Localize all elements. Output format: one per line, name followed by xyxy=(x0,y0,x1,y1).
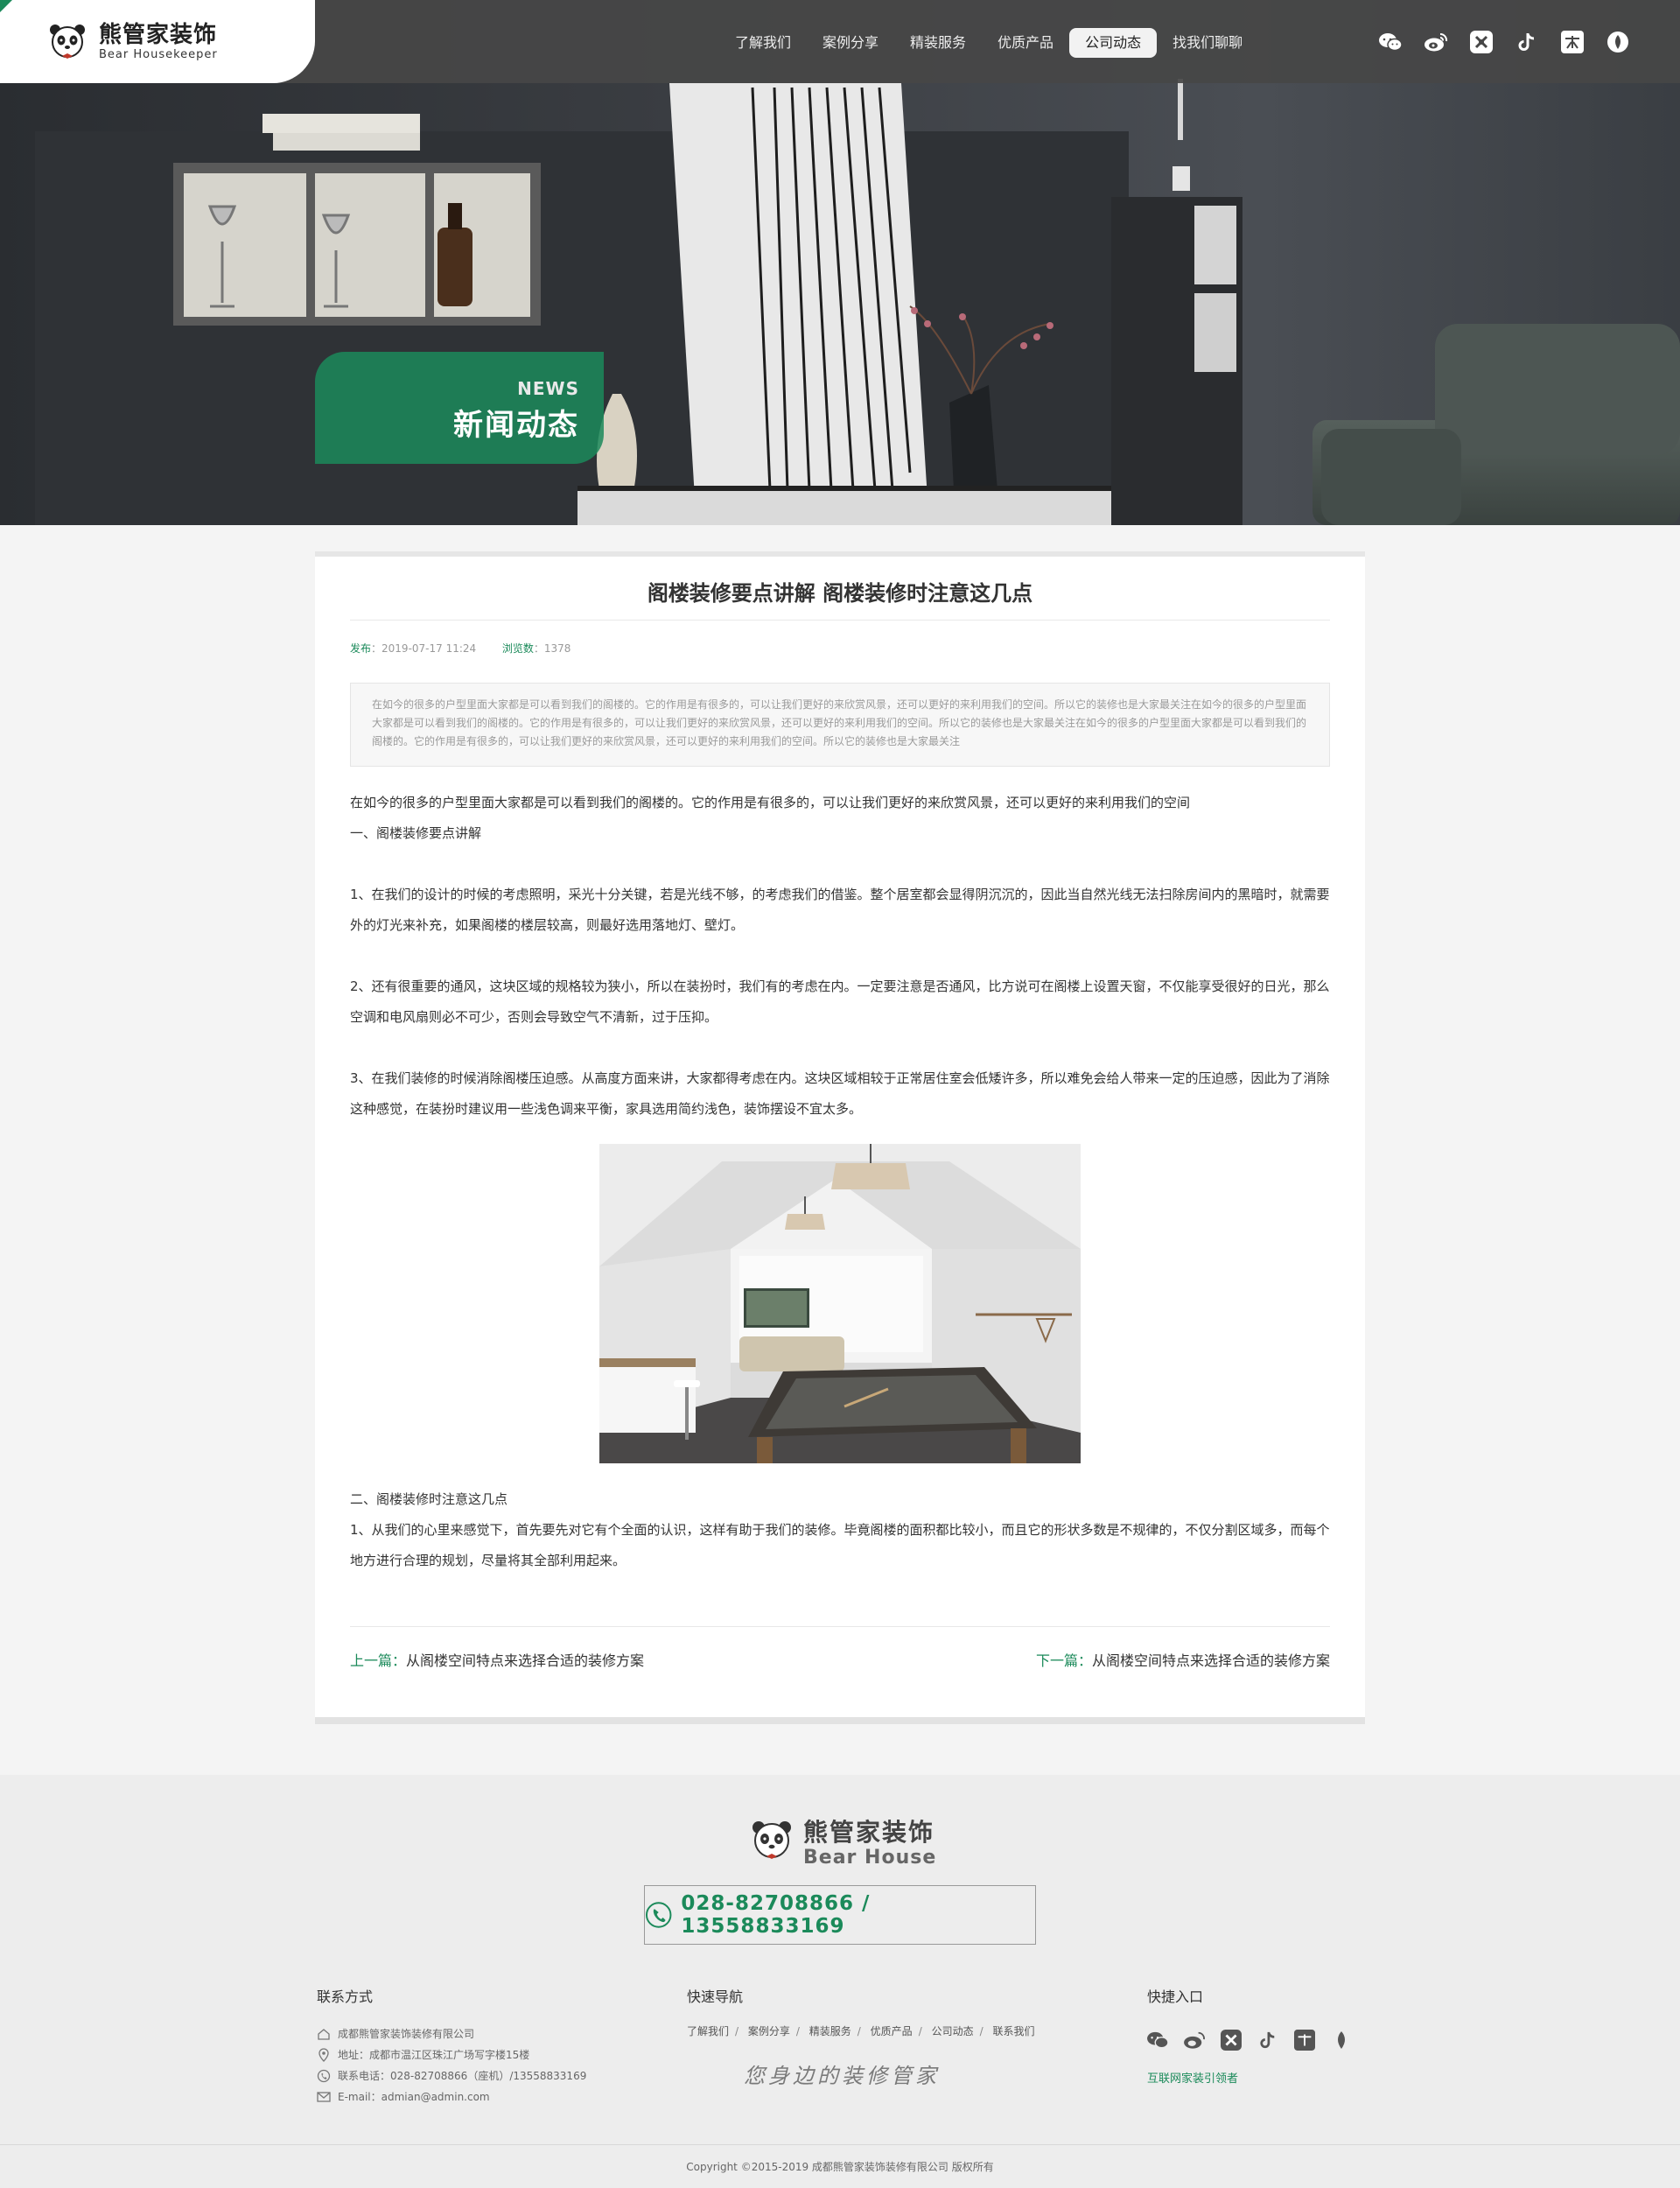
prev-article[interactable]: 上一篇：从阁楼空间特点来选择合适的装修方案 xyxy=(350,1649,644,1670)
douyin-icon[interactable] xyxy=(1513,28,1541,56)
quick-link-cases[interactable]: 案例分享 xyxy=(748,2025,790,2037)
section-heading-2: 二、阁楼装修时注意这几点 xyxy=(350,1491,508,1507)
contact-info: 成都熊管家装饰装修有限公司 地址：成都市温江区珠江广场写字楼15楼 联系电话：0… xyxy=(317,2023,586,2107)
mail-icon xyxy=(317,2092,331,2102)
contact-address: 地址：成都市温江区珠江广场写字楼15楼 xyxy=(317,2044,586,2065)
brand-name-en: Bear Housekeeper xyxy=(99,48,218,61)
location-icon xyxy=(318,2048,329,2062)
publish-time: 2019-07-17 11:24 xyxy=(382,642,477,655)
news-badge-title: 新闻动态 xyxy=(453,408,579,443)
zhihu-icon[interactable] xyxy=(1558,28,1586,56)
section-heading-1: 一、阁楼装修要点讲解 xyxy=(350,825,482,841)
tel-text: 联系电话：028-82708866（座机）/13558833169 xyxy=(338,2070,587,2082)
quick-link-news[interactable]: 公司动态 xyxy=(932,2025,974,2037)
fire-icon[interactable] xyxy=(1604,28,1632,56)
quick-link-contact[interactable]: 联系我们 xyxy=(992,2025,1034,2037)
weibo-icon[interactable] xyxy=(1422,28,1450,56)
prev-label[interactable]: 上一篇： xyxy=(350,1652,406,1669)
next-label[interactable]: 下一篇： xyxy=(1036,1652,1092,1669)
publish-label: 发布 xyxy=(350,642,372,655)
news-badge: NEWS 新闻动态 xyxy=(315,352,604,464)
logo-corner-accent xyxy=(0,0,12,12)
phone-icon xyxy=(317,2069,331,2083)
logo[interactable]: 熊管家装饰 Bear Housekeeper xyxy=(0,0,315,83)
nav-service[interactable]: 精装服务 xyxy=(894,28,982,58)
footer-phone-box[interactable]: 028-82708866 / 13558833169 xyxy=(644,1885,1036,1945)
panda-logo-icon xyxy=(50,24,85,59)
next-article-link[interactable]: 从阁楼空间特点来选择合适的装修方案 xyxy=(1092,1652,1330,1669)
douyin-icon[interactable] xyxy=(1256,2029,1279,2051)
home-icon xyxy=(318,2029,330,2040)
footer: 熊管家装饰 Bear House 028-82708866 / 13558833… xyxy=(0,1775,1680,2188)
article-body: 在如今的很多的户型里面大家都是可以看到我们的阁楼的。它的作用是有很多的，可以让我… xyxy=(350,788,1330,1576)
weibo-icon[interactable] xyxy=(1183,2029,1206,2051)
contact-email: E-mail：admian@admin.com xyxy=(317,2086,586,2107)
quick-link-products[interactable]: 优质产品 xyxy=(871,2025,913,2037)
meituan-icon[interactable] xyxy=(1467,28,1495,56)
quick-nav-links: 了解我们 / 案例分享 / 精装服务 / 优质产品 / 公司动态 / 联系我们 xyxy=(687,2025,1035,2037)
meituan-icon[interactable] xyxy=(1220,2029,1242,2051)
prev-article-link[interactable]: 从阁楼空间特点来选择合适的装修方案 xyxy=(406,1652,644,1669)
pager-divider xyxy=(350,1626,1330,1627)
nav-contact[interactable]: 找我们聊聊 xyxy=(1157,28,1258,58)
paragraph-1: 1、在我们的设计的时候的考虑照明，采光十分关键，若是光线不够，的考虑我们的借鉴。… xyxy=(350,887,1330,933)
views-label: 浏览数 xyxy=(501,642,534,655)
quick-link-service[interactable]: 精装服务 xyxy=(809,2025,851,2037)
quick-entry-icons xyxy=(1146,2029,1353,2051)
zhihu-icon[interactable] xyxy=(1293,2029,1316,2051)
paragraph-2: 2、还有很重要的通风，这块区域的规格较为狭小，所以在装扮时，我们有的考虑在内。一… xyxy=(350,978,1330,1025)
article-summary: 在如今的很多的户型里面大家都是可以看到我们的阁楼的。它的作用是有很多的，可以让我… xyxy=(350,683,1330,767)
news-badge-en: NEWS xyxy=(517,378,579,399)
email-text: E-mail：admian@admin.com xyxy=(338,2091,490,2103)
brand-name: 熊管家装饰 xyxy=(99,22,218,48)
fire-icon[interactable] xyxy=(1330,2029,1353,2051)
quick-entry-title: 快捷入口 xyxy=(1147,1988,1204,2005)
quick-link-about[interactable]: 了解我们 xyxy=(687,2025,729,2037)
main-nav: 了解我们 案例分享 精装服务 优质产品 公司动态 找我们聊聊 xyxy=(719,28,1258,58)
intro-paragraph: 在如今的很多的户型里面大家都是可以看到我们的阁楼的。它的作用是有很多的，可以让我… xyxy=(350,795,1191,810)
contact-company: 成都熊管家装饰装修有限公司 xyxy=(317,2023,586,2044)
article-meta: 发布：2019-07-17 11:24 浏览数：1378 xyxy=(350,642,571,655)
footer-brand-en: Bear House xyxy=(803,1847,937,1869)
footer-logo[interactable]: 熊管家装饰 Bear House xyxy=(751,1819,936,1869)
article-pager: 上一篇：从阁楼空间特点来选择合适的装修方案 下一篇：从阁楼空间特点来选择合适的装… xyxy=(350,1649,1330,1670)
nav-about[interactable]: 了解我们 xyxy=(719,28,807,58)
wechat-icon[interactable] xyxy=(1376,28,1404,56)
panda-logo-icon xyxy=(752,1820,791,1859)
attic-photo xyxy=(599,1144,1081,1463)
nav-cases[interactable]: 案例分享 xyxy=(807,28,894,58)
wechat-icon[interactable] xyxy=(1146,2029,1169,2051)
social-links xyxy=(1376,28,1632,56)
next-article[interactable]: 下一篇：从阁楼空间特点来选择合适的装修方案 xyxy=(1036,1649,1330,1670)
contact-title: 联系方式 xyxy=(317,1988,374,2005)
article-card: 阁楼装修要点讲解 阁楼装修时注意这几点 发布：2019-07-17 11:24 … xyxy=(315,551,1365,1724)
views-count: 1378 xyxy=(543,642,571,655)
nav-news[interactable]: 公司动态 xyxy=(1069,28,1158,58)
footer-brand-name: 熊管家装饰 xyxy=(803,1818,935,1847)
footer-slogan: 您身边的装修管家 xyxy=(744,2064,940,2088)
phone-icon xyxy=(645,1902,672,1928)
footer-phone-number: 028-82708866 / 13558833169 xyxy=(681,1892,871,1938)
copyright: Copyright ©2015-2019 成都熊管家装饰装修有限公司 版权所有 xyxy=(0,2144,1680,2188)
paragraph-4: 1、从我们的心里来感觉下，首先要先对它有个全面的认识，这样有助于我们的装修。毕竟… xyxy=(350,1522,1330,1568)
quick-nav-title: 快速导航 xyxy=(687,1988,744,2005)
nav-products[interactable]: 优质产品 xyxy=(982,28,1069,58)
quick-entry-link[interactable]: 互联网家装引领者 xyxy=(1147,2069,1238,2086)
address-text: 地址：成都市温江区珠江广场写字楼15楼 xyxy=(338,2049,530,2061)
header-bar: 熊管家装饰 Bear Housekeeper 了解我们 案例分享 精装服务 优质… xyxy=(0,0,1680,83)
company-name: 成都熊管家装饰装修有限公司 xyxy=(338,2028,475,2040)
paragraph-3: 3、在我们装修的时候消除阁楼压迫感。从高度方面来讲，大家都得考虑在内。这块区域相… xyxy=(350,1070,1330,1117)
article-title: 阁楼装修要点讲解 阁楼装修时注意这几点 xyxy=(647,581,1033,606)
title-divider xyxy=(350,620,1330,621)
contact-tel: 联系电话：028-82708866（座机）/13558833169 xyxy=(317,2065,586,2086)
